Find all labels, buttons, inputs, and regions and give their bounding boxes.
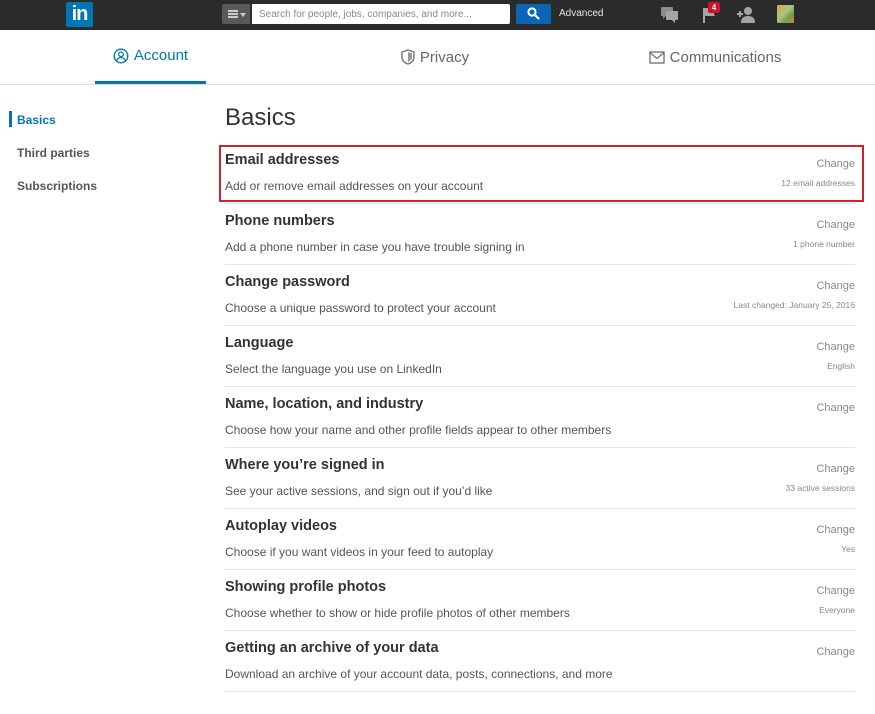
- change-link[interactable]: Change: [816, 463, 855, 475]
- tab-account-label: Account: [133, 47, 189, 64]
- add-connection-icon[interactable]: [736, 5, 756, 25]
- tab-communications[interactable]: Communications: [640, 30, 790, 84]
- sidebar-active-indicator: [9, 111, 12, 127]
- search-icon: [527, 7, 540, 20]
- setting-description: Choose whether to show or hide profile p…: [225, 606, 570, 620]
- change-link[interactable]: Change: [816, 280, 855, 292]
- setting-row-signed-in[interactable]: Where you’re signed in See your active s…: [225, 448, 855, 509]
- advanced-search-link[interactable]: Advanced: [559, 8, 603, 19]
- sidebar-item-third-parties[interactable]: Third parties: [17, 146, 90, 160]
- change-link[interactable]: Change: [816, 158, 855, 170]
- setting-row-email-addresses[interactable]: Email addresses Add or remove email addr…: [225, 143, 855, 204]
- settings-list: Email addresses Add or remove email addr…: [225, 143, 855, 692]
- setting-value: 12 email addresses: [781, 178, 855, 188]
- menu-icon: [228, 10, 238, 18]
- change-link[interactable]: Change: [816, 646, 855, 658]
- setting-description: Choose if you want videos in your feed t…: [225, 545, 494, 559]
- linkedin-logo[interactable]: in: [66, 2, 93, 27]
- setting-value: Last changed: January 25, 2016: [733, 300, 855, 310]
- sidebar-item-subscriptions[interactable]: Subscriptions: [17, 179, 97, 193]
- setting-description: See your active sessions, and sign out i…: [225, 484, 493, 498]
- setting-row-profile-photos[interactable]: Showing profile photos Choose whether to…: [225, 570, 855, 631]
- setting-value: 33 active sessions: [785, 483, 855, 493]
- setting-description: Add or remove email addresses on your ac…: [225, 179, 484, 193]
- user-circle-icon: [113, 47, 129, 64]
- setting-value: 1 phone number: [793, 239, 855, 249]
- setting-row-autoplay-videos[interactable]: Autoplay videos Choose if you want video…: [225, 509, 855, 570]
- setting-title: Name, location, and industry: [225, 396, 424, 412]
- setting-row-language[interactable]: Language Select the language you use on …: [225, 326, 855, 387]
- envelope-icon: [648, 50, 665, 64]
- top-nav-bar: in Advanced 4: [0, 0, 875, 30]
- page-title: Basics: [225, 104, 296, 131]
- setting-description: Download an archive of your account data…: [225, 667, 613, 681]
- setting-description: Add a phone number in case you have trou…: [225, 240, 525, 254]
- tab-privacy-label: Privacy: [419, 48, 470, 66]
- setting-title: Showing profile photos: [225, 579, 387, 595]
- setting-row-phone-numbers[interactable]: Phone numbers Add a phone number in case…: [225, 204, 855, 265]
- setting-row-change-password[interactable]: Change password Choose a unique password…: [225, 265, 855, 326]
- setting-title: Phone numbers: [225, 213, 335, 229]
- change-link[interactable]: Change: [816, 524, 855, 536]
- avatar[interactable]: [777, 5, 794, 23]
- setting-title: Getting an archive of your data: [225, 640, 439, 656]
- setting-row-data-archive[interactable]: Getting an archive of your data Download…: [225, 631, 855, 692]
- setting-value: Yes: [841, 544, 855, 554]
- setting-value: English: [827, 361, 855, 371]
- setting-title: Where you’re signed in: [225, 457, 385, 473]
- tab-privacy[interactable]: Privacy: [390, 30, 480, 84]
- setting-description: Choose how your name and other profile f…: [225, 423, 612, 437]
- setting-row-name-location-industry[interactable]: Name, location, and industry Choose how …: [225, 387, 855, 448]
- setting-title: Change password: [225, 274, 350, 290]
- setting-description: Choose a unique password to protect your…: [225, 301, 496, 315]
- search-category-menu-button[interactable]: [222, 4, 250, 24]
- notification-badge: 4: [708, 2, 720, 13]
- setting-title: Autoplay videos: [225, 518, 337, 534]
- setting-title: Email addresses: [225, 152, 340, 168]
- setting-title: Language: [225, 335, 294, 351]
- setting-value: Everyone: [819, 605, 855, 615]
- change-link[interactable]: Change: [816, 219, 855, 231]
- setting-description: Select the language you use on LinkedIn: [225, 362, 442, 376]
- change-link[interactable]: Change: [816, 585, 855, 597]
- change-link[interactable]: Change: [816, 402, 855, 414]
- sidebar-item-basics[interactable]: Basics: [17, 113, 56, 127]
- settings-tab-bar: Account Privacy Communications: [0, 30, 875, 85]
- chevron-down-icon: [240, 13, 246, 17]
- shield-icon: [401, 49, 415, 65]
- search-button[interactable]: [516, 4, 551, 24]
- search-input[interactable]: [252, 4, 510, 24]
- tab-account[interactable]: Account: [95, 30, 206, 84]
- tab-communications-label: Communications: [669, 48, 782, 66]
- messages-icon[interactable]: [660, 5, 680, 25]
- change-link[interactable]: Change: [816, 341, 855, 353]
